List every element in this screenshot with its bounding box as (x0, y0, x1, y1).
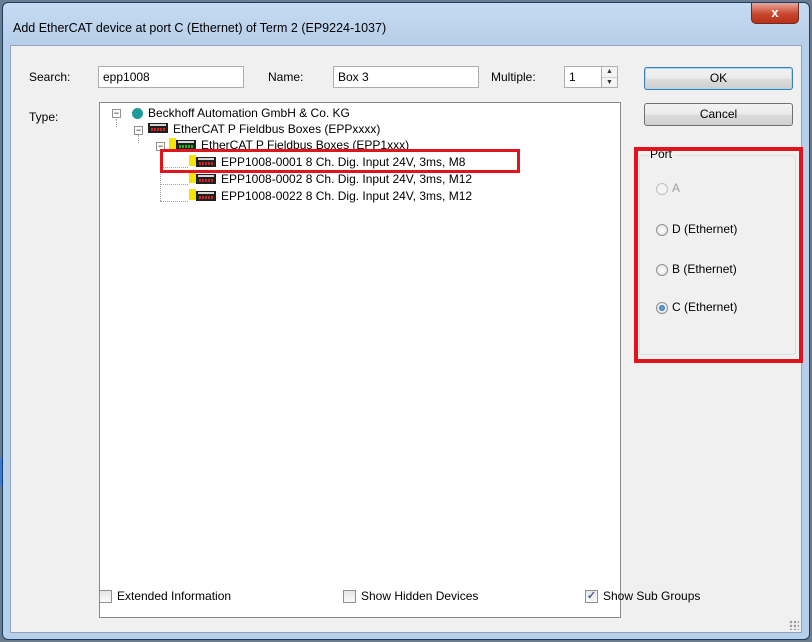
tree-node-eppxxxx[interactable]: EtherCAT P Fieldbus Boxes (EPPxxxx) (173, 121, 380, 137)
show-hidden-option[interactable]: Show Hidden Devices (343, 588, 478, 604)
add-device-dialog: Add EtherCAT device at port C (Ethernet)… (2, 2, 810, 640)
show-sub-groups-checkbox[interactable]: ✓ (585, 590, 598, 604)
device-type-tree[interactable]: − Beckhoff Automation GmbH & Co. KG − Et… (99, 102, 621, 618)
title-bar: Add EtherCAT device at port C (Ethernet)… (3, 3, 809, 45)
vendor-globe-icon (132, 108, 143, 119)
cancel-button[interactable]: Cancel (644, 103, 793, 126)
name-label: Name: (268, 70, 304, 84)
show-hidden-checkbox[interactable] (343, 590, 356, 604)
tree-connector (138, 135, 139, 143)
multiple-input[interactable]: 1 (564, 66, 602, 88)
show-hidden-label: Show Hidden Devices (361, 589, 479, 603)
port-highlight-annotation (634, 147, 803, 363)
tree-connector (160, 184, 188, 185)
dialog-title: Add EtherCAT device at port C (Ethernet)… (13, 21, 387, 35)
tree-node-epp1008-0002[interactable]: EPP1008-0002 8 Ch. Dig. Input 24V, 3ms, … (221, 171, 472, 187)
show-sub-groups-label: Show Sub Groups (603, 589, 701, 603)
resize-grip-icon[interactable] (789, 620, 799, 630)
name-input[interactable]: Box 3 (333, 66, 479, 88)
collapse-root-icon[interactable]: − (112, 109, 121, 118)
item-yellow-icon (189, 189, 196, 200)
close-button[interactable]: x (751, 3, 799, 24)
selection-highlight-annotation (160, 149, 520, 173)
tree-node-vendor[interactable]: Beckhoff Automation GmbH & Co. KG (148, 105, 350, 121)
multiple-label: Multiple: (491, 70, 536, 84)
collapse-group1-icon[interactable]: − (134, 126, 143, 135)
device-box-icon (196, 191, 216, 201)
search-input[interactable]: epp1008 (98, 66, 244, 88)
ok-button[interactable]: OK (644, 67, 793, 90)
extended-info-label: Extended Information (117, 589, 232, 603)
spin-up-icon[interactable]: ▲ (602, 67, 617, 78)
dialog-client-area: Search: epp1008 Name: Box 3 Multiple: 1 … (10, 45, 803, 633)
tree-node-epp1008-0022[interactable]: EPP1008-0022 8 Ch. Dig. Input 24V, 3ms, … (221, 188, 472, 204)
group-yellow-icon (169, 138, 176, 149)
item-yellow-icon (189, 172, 196, 183)
show-sub-groups-option[interactable]: ✓ Show Sub Groups (585, 588, 700, 604)
extended-info-option[interactable]: Extended Information (99, 588, 231, 604)
tree-connector (160, 201, 188, 202)
fieldbus-box-icon (148, 123, 168, 133)
search-label: Search: (29, 70, 71, 84)
type-label: Type: (29, 110, 59, 124)
device-box-icon (196, 174, 216, 184)
multiple-spinner[interactable]: ▲ ▼ (601, 66, 618, 88)
extended-info-checkbox[interactable] (99, 590, 112, 604)
tree-connector (116, 119, 117, 127)
spin-down-icon[interactable]: ▼ (602, 78, 617, 88)
